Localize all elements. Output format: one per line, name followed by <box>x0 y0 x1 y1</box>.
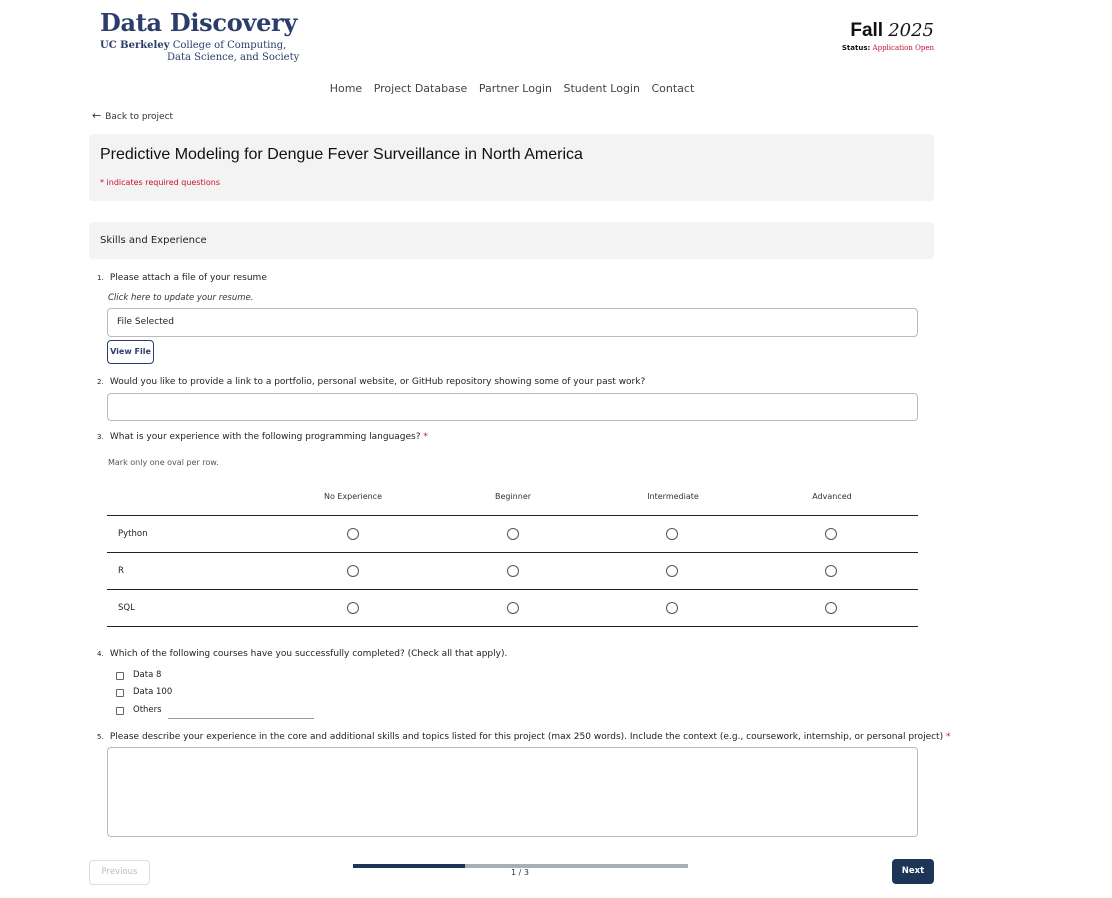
question-3: 3. What is your experience with the foll… <box>97 432 428 442</box>
previous-button[interactable]: Previous <box>89 860 150 885</box>
required-mark: * <box>945 732 951 742</box>
nav-student-login[interactable]: Student Login <box>563 82 639 95</box>
nav-home[interactable]: Home <box>330 82 362 95</box>
grid-col-advanced: Advanced <box>812 492 852 501</box>
application-status: Status: Application Open <box>842 44 934 52</box>
logo-subtitle: UC Berkeley College of Computing, Data S… <box>100 40 299 64</box>
checkbox-label-data-100: Data 100 <box>133 687 173 697</box>
status-value: Application Open <box>872 44 934 52</box>
question-text: What is your experience with the followi… <box>109 432 421 442</box>
view-file-button[interactable]: View File <box>107 340 154 364</box>
question-4: 4. Which of the following courses have y… <box>97 649 507 659</box>
resume-file-field[interactable]: File Selected <box>107 308 918 337</box>
site-logo[interactable]: Data Discovery UC Berkeley College of Co… <box>100 8 299 64</box>
radio-python-advanced[interactable] <box>825 528 837 540</box>
grid-col-intermediate: Intermediate <box>647 492 699 501</box>
term-info: Fall 2025 Status: Application Open <box>842 20 934 52</box>
radio-sql-no-experience[interactable] <box>347 602 359 614</box>
checkbox-others[interactable] <box>116 707 124 715</box>
radio-sql-beginner[interactable] <box>507 602 519 614</box>
logo-sub-line2: Data Science, and Society <box>167 52 300 63</box>
question-1: 1. Please attach a file of your resume <box>97 273 267 283</box>
radio-r-intermediate[interactable] <box>666 565 678 577</box>
checkbox-label-data-8: Data 8 <box>133 670 162 680</box>
nav-contact[interactable]: Contact <box>651 82 694 95</box>
radio-sql-advanced[interactable] <box>825 602 837 614</box>
grid-divider <box>107 552 918 553</box>
required-mark: * <box>423 432 428 442</box>
question-text: Please attach a file of your resume <box>109 273 267 283</box>
next-button[interactable]: Next <box>892 859 934 884</box>
grid-row-r: R <box>118 566 124 576</box>
radio-r-no-experience[interactable] <box>347 565 359 577</box>
experience-textarea[interactable] <box>107 747 918 837</box>
question-number: 5. <box>97 733 104 741</box>
section-title: Skills and Experience <box>100 235 207 246</box>
checkbox-data-8[interactable] <box>116 672 124 680</box>
grid-divider <box>107 626 918 627</box>
back-link-label: Back to project <box>105 112 174 122</box>
logo-title: Data Discovery <box>100 8 298 37</box>
main-nav: Home Project Database Partner Login Stud… <box>0 82 1024 95</box>
question-5: 5. Please describe your experience in th… <box>97 732 950 742</box>
question-number: 4. <box>97 650 104 658</box>
status-label: Status: <box>841 44 871 52</box>
radio-python-beginner[interactable] <box>507 528 519 540</box>
radio-r-beginner[interactable] <box>507 565 519 577</box>
question-number: 3. <box>97 433 104 441</box>
radio-r-advanced[interactable] <box>825 565 837 577</box>
logo-org: UC Berkeley <box>100 40 170 51</box>
grid-col-no-experience: No Experience <box>323 492 383 501</box>
radio-python-intermediate[interactable] <box>666 528 678 540</box>
back-to-project-link[interactable]: ← Back to project <box>92 109 173 122</box>
question-number: 1. <box>97 274 104 282</box>
term-year: 2025 <box>888 20 934 41</box>
portfolio-link-input[interactable] <box>107 393 918 421</box>
question-text: Which of the following courses have you … <box>109 649 508 659</box>
radio-sql-intermediate[interactable] <box>666 602 678 614</box>
question-text: Please describe your experience in the c… <box>109 732 944 742</box>
required-note: * indicates required questions <box>100 178 220 187</box>
section-header: Skills and Experience <box>89 222 934 259</box>
term-season: Fall <box>850 20 884 41</box>
resume-file-value: File Selected <box>117 317 174 327</box>
question-2: 2. Would you like to provide a link to a… <box>97 377 645 387</box>
checkbox-data-100[interactable] <box>116 689 124 697</box>
progress-text: 1 / 3 <box>511 868 529 877</box>
grid-col-beginner: Beginner <box>494 492 532 501</box>
checkbox-label-others: Others <box>133 705 162 715</box>
nav-partner-login[interactable]: Partner Login <box>479 82 552 95</box>
radio-python-no-experience[interactable] <box>347 528 359 540</box>
form-title-card: Predictive Modeling for Dengue Fever Sur… <box>89 134 934 201</box>
grid-row-python: Python <box>118 529 148 539</box>
grid-divider <box>107 589 918 590</box>
grid-hint: Mark only one oval per row. <box>108 458 219 467</box>
arrow-left-icon: ← <box>92 109 102 122</box>
logo-sub-line1: College of Computing, <box>169 40 287 51</box>
update-resume-link[interactable]: Click here to update your resume. <box>108 293 253 303</box>
grid-row-sql: SQL <box>118 603 135 613</box>
grid-divider <box>107 515 918 516</box>
question-number: 2. <box>97 378 104 386</box>
others-text-input[interactable] <box>168 718 314 719</box>
nav-project-database[interactable]: Project Database <box>374 82 468 95</box>
form-title: Predictive Modeling for Dengue Fever Sur… <box>100 146 583 163</box>
question-text: Would you like to provide a link to a po… <box>109 377 646 387</box>
progress-bar-fill <box>353 864 465 868</box>
